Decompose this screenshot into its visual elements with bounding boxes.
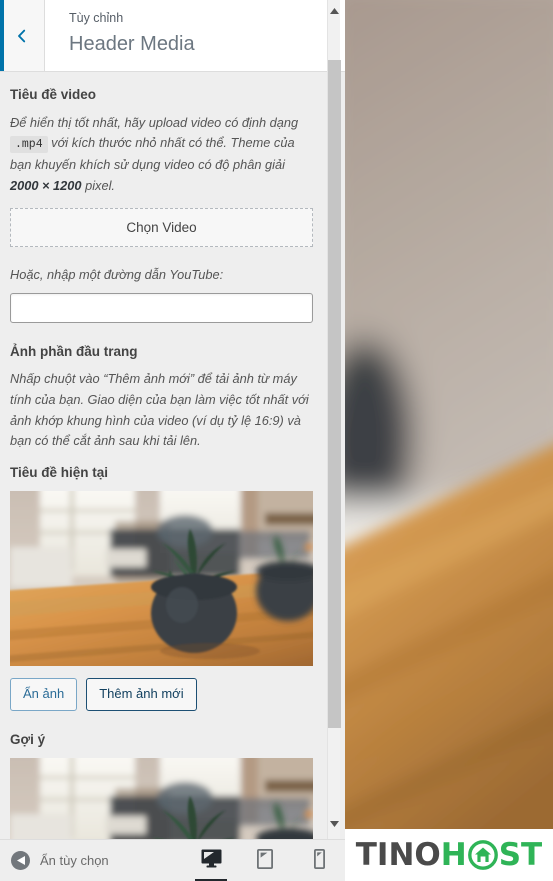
video-desc-part1: Để hiển thị tốt nhất, hãy upload video c… [10,114,299,130]
back-button[interactable] [0,0,45,71]
current-header-image[interactable] [10,491,313,667]
video-desc-part3: pixel. [85,177,115,193]
house-circle-icon [467,840,498,870]
desktop-icon [201,849,222,873]
watermark-footer: TINO H ST [345,829,553,881]
device-preview-mobile[interactable] [301,841,337,881]
preview-header-photo [345,0,553,860]
collapse-sidebar-label: Ẩn tùy chọn [40,853,109,868]
tinohost-logo: TINO H ST [356,837,542,873]
panel-body: Tiêu đề video Để hiển thị tốt nhất, hãy … [0,72,327,839]
scrollbar-thumb[interactable] [328,60,341,728]
logo-text-h: H [440,837,467,873]
device-preview-tablet[interactable] [247,841,283,881]
scroll-down-arrow-icon[interactable] [328,817,341,831]
chevron-left-icon [15,29,29,43]
image-section-description: Nhấp chuột vào “Thêm ảnh mới” để tải ảnh… [10,371,309,449]
youtube-url-input[interactable] [10,292,313,323]
header-image-actions: Ẩn ảnh Thêm ảnh mới [10,678,313,711]
mobile-icon [313,848,325,874]
hide-image-button[interactable]: Ẩn ảnh [10,678,78,711]
video-resolution: 2000 × 1200 [10,177,82,193]
tablet-icon [256,848,273,874]
breadcrumb-eyebrow: Tùy chỉnh [69,11,124,25]
customizer-screen: Tùy chỉnh Header Media Tiêu đề video Để … [0,0,553,881]
panel-header-titles: Tùy chỉnh Header Media [45,0,345,71]
add-new-image-button[interactable]: Thêm ảnh mới [86,678,197,711]
logo-text-tino: TINO [355,837,441,873]
site-preview-pane[interactable]: TINO H ST [345,0,553,881]
youtube-url-label: Hoặc, nhập một đường dẫn YouTube: [10,267,224,283]
page-title: Header Media [69,32,195,55]
suggestions-label: Gợi ý [10,731,46,747]
panel-header: Tùy chỉnh Header Media [0,0,345,72]
mp4-code-badge: .mp4 [10,136,48,154]
video-section-description: Để hiển thị tốt nhất, hãy upload video c… [10,113,313,197]
suggested-header-image[interactable] [10,758,313,839]
customizer-panel: Tùy chỉnh Header Media Tiêu đề video Để … [0,0,345,881]
image-section-heading: Ảnh phần đầu trang [10,343,138,359]
collapse-left-icon [11,851,30,870]
device-preview-group [193,840,337,881]
collapse-sidebar-button[interactable]: Ẩn tùy chọn [0,851,109,870]
panel-scrollbar[interactable] [327,0,341,839]
customizer-footer: Ẩn tùy chọn [0,839,345,881]
current-header-label: Tiêu đề hiện tại [10,464,109,480]
video-desc-part2: với kích thước nhỏ nhất có thể. Theme củ… [10,135,295,172]
scroll-up-arrow-icon[interactable] [328,4,341,18]
choose-video-button[interactable]: Chọn Video [10,208,313,248]
logo-text-st: ST [498,837,543,873]
device-preview-desktop[interactable] [193,841,229,881]
video-section-heading: Tiêu đề video [10,87,97,102]
